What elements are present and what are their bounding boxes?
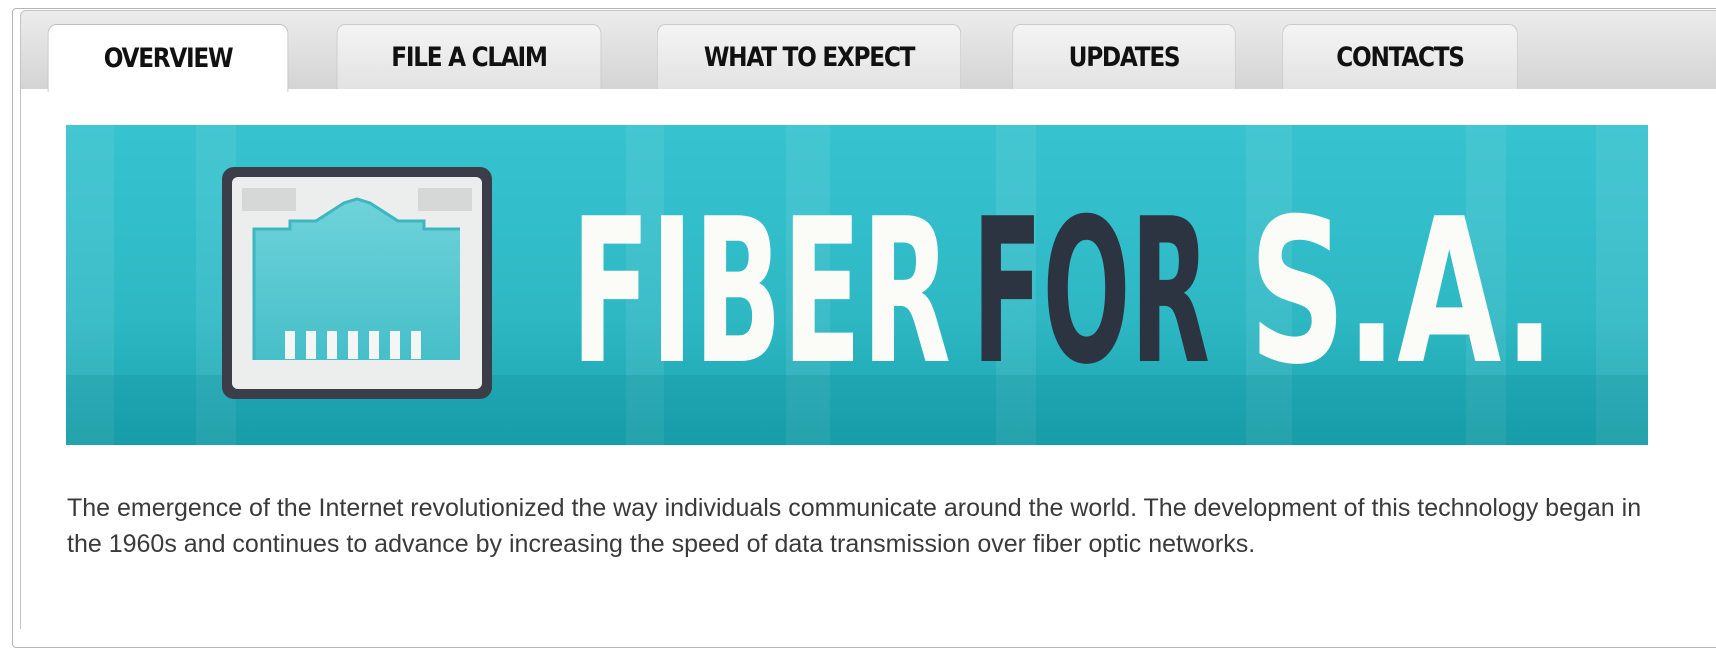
- banner-word-for: FOR: [972, 176, 1210, 409]
- fiber-for-sa-banner: FIBER FOR S.A.: [66, 125, 1648, 445]
- tab-overview-label: OVERVIEW: [103, 43, 234, 74]
- banner-word-sa: S.A.: [1249, 176, 1555, 409]
- tab-what-to-expect[interactable]: WHAT TO EXPECT: [656, 24, 962, 90]
- banner-word-fiber: FIBER: [571, 176, 951, 409]
- banner-graphic: FIBER FOR S.A.: [66, 125, 1648, 445]
- tab-updates-label: UPDATES: [1068, 42, 1181, 73]
- tab-overview[interactable]: OVERVIEW: [47, 24, 289, 92]
- tab-file-a-claim[interactable]: FILE A CLAIM: [336, 24, 602, 90]
- tab-contacts-label: CONTACTS: [1336, 42, 1465, 73]
- intro-paragraph: The emergence of the Internet revolution…: [67, 494, 1642, 558]
- tab-contacts[interactable]: CONTACTS: [1282, 24, 1518, 90]
- ethernet-port-icon: [222, 167, 492, 399]
- tab-file-a-claim-label: FILE A CLAIM: [391, 42, 548, 73]
- tab-updates[interactable]: UPDATES: [1012, 24, 1236, 90]
- tab-what-to-expect-label: WHAT TO EXPECT: [703, 42, 916, 73]
